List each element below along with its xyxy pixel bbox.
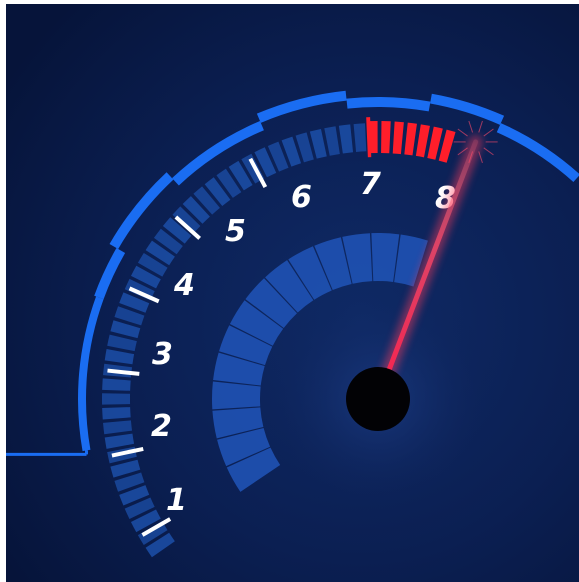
- tick-label-3: 3: [152, 337, 173, 372]
- tick-segment: [102, 407, 131, 420]
- tick-segment: [102, 378, 131, 391]
- tick-label-4: 4: [173, 268, 195, 303]
- tick-label-2: 2: [151, 409, 172, 444]
- needle-hub: [346, 367, 410, 431]
- tick-label-6: 6: [291, 180, 312, 215]
- tick-label-1: 1: [166, 483, 187, 518]
- tachometer-gauge: 1 2 3 4 5 6 7 8: [6, 4, 579, 582]
- tick-label-7: 7: [360, 167, 381, 202]
- redline-segment: [381, 121, 391, 154]
- tick-segment: [101, 393, 131, 405]
- gauge-drawing: 1 2 3 4 5 6 7 8: [6, 4, 579, 582]
- tick-label-5: 5: [225, 214, 246, 249]
